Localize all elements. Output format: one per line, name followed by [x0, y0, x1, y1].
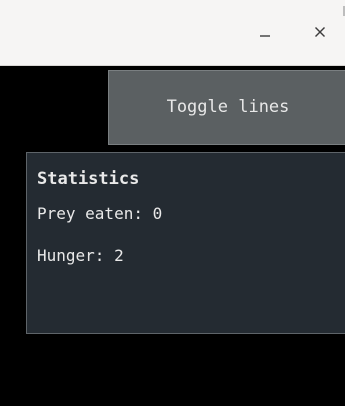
minimize-icon [260, 35, 270, 37]
toggle-lines-button[interactable]: Toggle lines [108, 70, 345, 145]
close-button[interactable] [308, 20, 332, 44]
close-icon [315, 27, 325, 37]
window-titlebar [0, 0, 345, 66]
hunger-stat: Hunger: 2 [37, 246, 124, 265]
statistics-title: Statistics [37, 169, 140, 189]
prey-eaten-stat: Prey eaten: 0 [37, 204, 163, 223]
statistics-panel: Statistics Prey eaten: 0 Hunger: 2 [26, 152, 345, 334]
minimize-button[interactable] [253, 20, 277, 44]
